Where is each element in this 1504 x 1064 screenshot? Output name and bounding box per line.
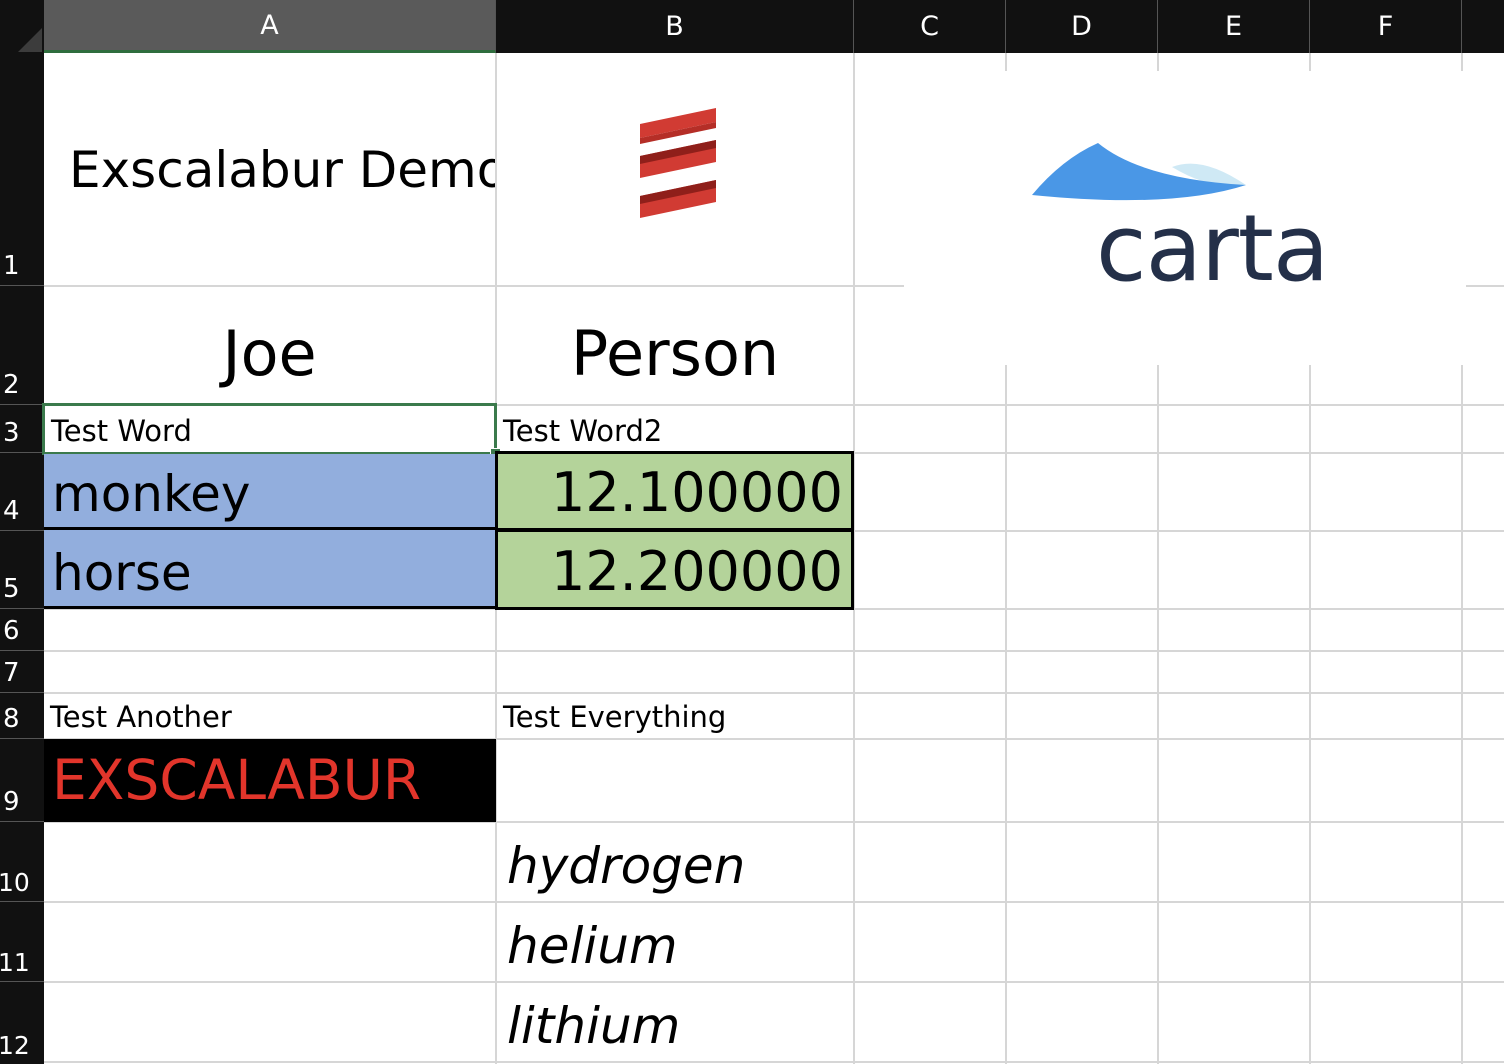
cell-b11[interactable]: helium bbox=[497, 903, 853, 981]
row-label: 10 bbox=[0, 868, 30, 897]
column-header-f[interactable]: F bbox=[1310, 0, 1462, 53]
cell-text: Test Word bbox=[51, 414, 192, 448]
cell-text: EXSCALABUR bbox=[52, 748, 422, 812]
gridline bbox=[1461, 365, 1463, 1064]
row-label: 1 bbox=[3, 251, 20, 281]
row-header-4[interactable]: 4 bbox=[0, 453, 44, 531]
spreadsheet[interactable]: A B C D E F 1 2 3 4 5 6 7 8 9 10 11 12 E… bbox=[0, 0, 1504, 1064]
gridline bbox=[1461, 53, 1463, 71]
carta-logo-text: carta bbox=[1096, 195, 1329, 302]
cell-text: monkey bbox=[52, 465, 251, 523]
cell-b8[interactable]: Test Everything bbox=[497, 694, 853, 738]
row-header-6[interactable]: 6 bbox=[0, 609, 44, 651]
column-header-a[interactable]: A bbox=[44, 0, 496, 53]
row-header-2[interactable]: 2 bbox=[0, 286, 44, 405]
row-header-5[interactable]: 5 bbox=[0, 531, 44, 609]
gridline bbox=[1157, 365, 1159, 1064]
row-label: 12 bbox=[0, 1031, 30, 1060]
row-label: 9 bbox=[3, 787, 20, 817]
select-all-triangle-icon bbox=[18, 28, 42, 52]
column-label: A bbox=[260, 9, 279, 41]
cell-b5[interactable]: 12.200000 bbox=[495, 529, 854, 610]
cell-text: lithium bbox=[507, 997, 681, 1055]
row-label: 6 bbox=[3, 616, 20, 646]
column-header-d[interactable]: D bbox=[1006, 0, 1158, 53]
row-header-3[interactable]: 3 bbox=[0, 405, 44, 453]
cell-a5[interactable]: horse bbox=[44, 530, 495, 609]
cell-b3[interactable]: Test Word2 bbox=[497, 406, 853, 452]
cell-text: Exscalabur Demo bbox=[69, 141, 495, 199]
scala-logo-icon bbox=[640, 108, 716, 218]
row-label: 8 bbox=[3, 704, 20, 734]
column-header-c[interactable]: C bbox=[854, 0, 1006, 53]
gridline bbox=[1005, 53, 1007, 71]
column-label: E bbox=[1224, 11, 1243, 42]
cell-b12[interactable]: lithium bbox=[497, 983, 853, 1061]
cell-a8[interactable]: Test Another bbox=[44, 694, 495, 738]
cell-b1[interactable] bbox=[497, 53, 853, 285]
cell-text: Joe bbox=[222, 317, 317, 390]
column-label: C bbox=[920, 11, 939, 42]
cell-b10[interactable]: hydrogen bbox=[497, 823, 853, 901]
row-header-12[interactable]: 12 bbox=[0, 982, 44, 1064]
row-header-8[interactable]: 8 bbox=[0, 693, 44, 739]
cell-text: horse bbox=[52, 544, 192, 602]
row-label: 4 bbox=[3, 496, 20, 526]
row-header-7[interactable]: 7 bbox=[0, 651, 44, 693]
gridline bbox=[1466, 285, 1504, 287]
column-label: F bbox=[1377, 11, 1394, 42]
cell-a9[interactable]: EXSCALABUR bbox=[44, 739, 496, 822]
cell-a3-selected[interactable]: Test Word bbox=[42, 403, 497, 455]
row-label: 5 bbox=[3, 574, 20, 604]
cell-text: Person bbox=[570, 317, 780, 390]
cell-text: 12.100000 bbox=[550, 461, 843, 524]
cell-text: Test Another bbox=[50, 700, 232, 734]
column-header-b[interactable]: B bbox=[496, 0, 854, 53]
column-label: B bbox=[665, 11, 684, 42]
gridline bbox=[1005, 365, 1007, 1064]
gridline bbox=[1157, 53, 1159, 71]
cell-b2[interactable]: Person bbox=[497, 287, 853, 404]
row-label: 2 bbox=[3, 370, 20, 400]
row-header-1[interactable]: 1 bbox=[0, 53, 44, 286]
row-header-10[interactable]: 10 bbox=[0, 822, 44, 902]
row-header-9[interactable]: 9 bbox=[0, 739, 44, 822]
cell-text: hydrogen bbox=[507, 837, 746, 895]
cell-text: 12.200000 bbox=[550, 540, 843, 603]
cell-a1[interactable]: Exscalabur Demo bbox=[44, 53, 495, 285]
column-header-g[interactable] bbox=[1462, 0, 1504, 53]
gridline bbox=[44, 650, 1504, 652]
select-all-corner[interactable] bbox=[0, 0, 44, 53]
row-label: 7 bbox=[3, 658, 20, 688]
cell-text: helium bbox=[507, 917, 678, 975]
cell-text: Test Everything bbox=[503, 700, 727, 734]
column-label: D bbox=[1071, 11, 1092, 42]
gridline bbox=[1309, 365, 1311, 1064]
column-header-e[interactable]: E bbox=[1158, 0, 1310, 53]
row-label: 3 bbox=[3, 418, 20, 448]
cell-a4[interactable]: monkey bbox=[44, 454, 495, 530]
row-header-11[interactable]: 11 bbox=[0, 902, 44, 982]
gridline bbox=[44, 1061, 1504, 1063]
cell-b4[interactable]: 12.100000 bbox=[495, 451, 854, 531]
gridline bbox=[1309, 53, 1311, 71]
row-label: 11 bbox=[0, 948, 30, 977]
cell-a2[interactable]: Joe bbox=[44, 287, 495, 404]
cell-text: Test Word2 bbox=[503, 414, 663, 448]
carta-logo-image[interactable]: carta bbox=[904, 71, 1466, 365]
